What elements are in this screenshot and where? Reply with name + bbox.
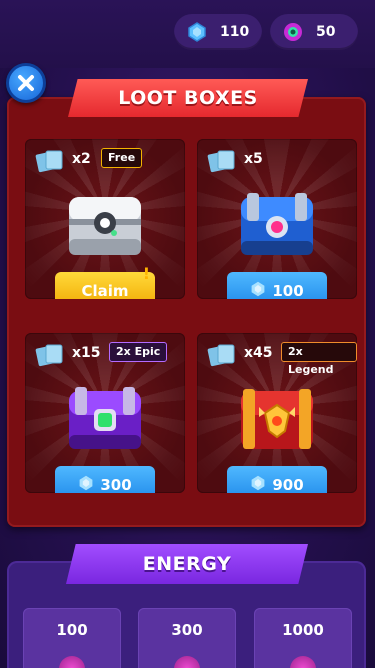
gem-icon xyxy=(186,21,208,43)
card-count: x5 xyxy=(244,151,263,167)
claim-label: Claim xyxy=(81,282,129,299)
silver-chest-icon xyxy=(65,189,145,265)
gem-count: 110 xyxy=(220,24,250,40)
buy-blue-chest-button[interactable]: 100 xyxy=(227,272,327,299)
energy-orb-icon xyxy=(282,21,304,43)
epic-tag: 2x Epic xyxy=(109,342,168,362)
cards-icon xyxy=(207,149,237,177)
cards-icon xyxy=(35,343,65,371)
energy-pack-1000[interactable]: 1000 xyxy=(254,608,352,668)
loot-box-card-legend: x45 2x Legend 900 xyxy=(197,333,357,493)
energy-orb-icon xyxy=(174,656,200,668)
price-label: 300 xyxy=(100,476,132,493)
buy-purple-chest-button[interactable]: 300 xyxy=(55,466,155,493)
gem-icon xyxy=(250,475,266,493)
gem-counter[interactable]: 110 xyxy=(174,14,262,50)
energy-orb-icon xyxy=(290,656,316,668)
cards-icon xyxy=(35,149,65,177)
loot-box-card-blue: x5 100 xyxy=(197,139,357,299)
close-button[interactable] xyxy=(6,63,46,103)
gem-icon xyxy=(250,281,266,299)
energy-amount: 1000 xyxy=(282,621,324,639)
alert-icon: ! xyxy=(142,264,150,283)
energy-pack-100[interactable]: 100 xyxy=(23,608,121,668)
energy-count: 50 xyxy=(316,24,336,40)
energy-pack-300[interactable]: 300 xyxy=(138,608,236,668)
energy-amount: 300 xyxy=(171,621,203,639)
energy-amount: 100 xyxy=(56,621,88,639)
card-count: x2 xyxy=(72,151,91,167)
loot-boxes-title: LOOT BOXES xyxy=(68,79,308,117)
loot-box-card-purple: x15 2x Epic 300 xyxy=(25,333,185,493)
free-tag: Free xyxy=(101,148,143,168)
purple-chest-icon xyxy=(65,383,145,459)
close-icon xyxy=(18,75,34,91)
legend-chest-icon xyxy=(237,383,317,459)
price-label: 900 xyxy=(272,476,304,493)
price-label: 100 xyxy=(272,282,304,299)
cards-icon xyxy=(207,343,237,371)
energy-counter[interactable]: 50 xyxy=(270,14,358,50)
loot-boxes-panel: x2 Free Claim ! x5 100 x15 2x Epic 300 x… xyxy=(7,97,366,527)
energy-orb-icon xyxy=(59,656,85,668)
card-count: x15 xyxy=(72,345,101,361)
buy-legend-chest-button[interactable]: 900 xyxy=(227,466,327,493)
energy-title: ENERGY xyxy=(66,544,308,584)
loot-box-card-silver: x2 Free Claim ! xyxy=(25,139,185,299)
legend-tag: 2x Legend xyxy=(281,342,357,376)
claim-button[interactable]: Claim ! xyxy=(55,264,155,299)
card-count: x45 xyxy=(244,345,273,361)
blue-chest-icon xyxy=(237,189,317,265)
gem-icon xyxy=(78,475,94,493)
